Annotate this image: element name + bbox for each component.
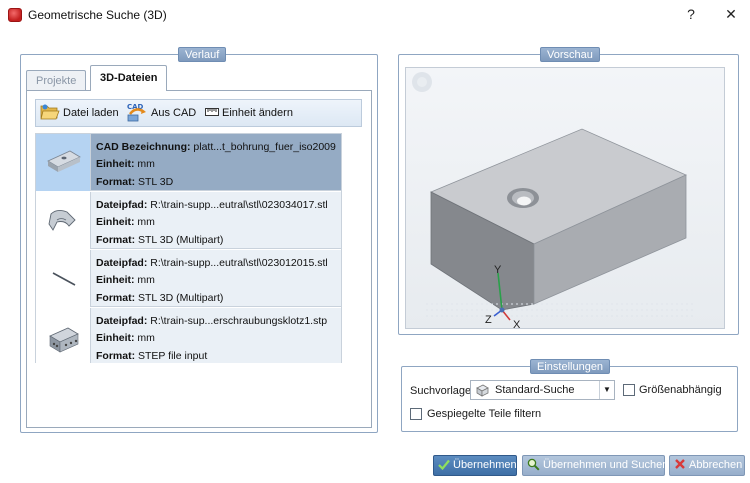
apply-and-search-label: Übernehmen und Suchen <box>543 459 669 471</box>
format-value: STL 3D (Multipart) <box>135 292 224 304</box>
file-key: Dateipfad: <box>96 257 148 269</box>
load-file-button[interactable]: Datei laden <box>40 102 119 124</box>
cancel-button[interactable]: Abbrechen <box>669 455 745 476</box>
unit-value: mm <box>134 216 155 228</box>
template-icon <box>476 384 489 397</box>
unit-key: Einheit: <box>96 274 135 286</box>
change-unit-button[interactable]: Einheit ändern <box>205 102 293 124</box>
format-value: STL 3D <box>135 176 174 188</box>
cancel-x-icon <box>675 459 685 469</box>
settings-caption: Einstellungen <box>530 359 611 374</box>
mirrored-parts-label: Gespiegelte Teile filtern <box>427 408 542 420</box>
template-value: Standard-Suche <box>495 384 575 396</box>
block-thumbnail-icon <box>36 308 91 363</box>
axis-y-label: Y <box>494 264 502 276</box>
help-button[interactable]: ? <box>680 4 702 24</box>
unit-key: Einheit: <box>96 158 135 170</box>
mirrored-parts-checkbox[interactable] <box>410 408 422 420</box>
template-label: Suchvorlage: <box>410 385 475 397</box>
close-button[interactable]: ✕ <box>720 4 742 24</box>
file-list-item[interactable]: Dateipfad: R:\train-supp...eutral\stl\02… <box>36 192 341 249</box>
part-3d-preview: Y Z X <box>412 72 696 331</box>
format-value: STEP file input <box>135 350 208 362</box>
preview-viewport[interactable]: Y Z X <box>405 67 725 331</box>
window-title: Geometrische Suche (3D) <box>28 8 167 22</box>
change-unit-label: Einheit ändern <box>222 107 293 119</box>
cad-import-icon: CAD <box>127 103 146 122</box>
unit-value: mm <box>134 158 155 170</box>
app-icon <box>8 8 22 22</box>
axis-x-label: X <box>513 319 521 330</box>
format-value: STL 3D (Multipart) <box>135 234 224 246</box>
history-caption: Verlauf <box>178 47 227 62</box>
file-key: Dateipfad: <box>96 199 148 211</box>
format-key: Format: <box>96 350 136 362</box>
format-key: Format: <box>96 292 136 304</box>
apply-button[interactable]: Übernehmen <box>433 455 517 476</box>
tab-3d-dateien[interactable]: 3D-Dateien <box>90 65 168 91</box>
file-value: R:\train-supp...eutral\stl\023012015.stl <box>147 257 328 269</box>
template-select[interactable]: Standard-Suche ▼ <box>470 380 615 400</box>
checkmark-icon <box>438 459 450 470</box>
size-dependent-label: Größenabhängig <box>639 384 722 396</box>
file-key: CAD Bezeichnung: <box>96 141 191 153</box>
file-value: R:\train-sup...erschraubungsklotz1.stp <box>147 315 328 327</box>
unit-key: Einheit: <box>96 216 135 228</box>
cancel-label: Abbrechen <box>689 459 743 471</box>
unit-key: Einheit: <box>96 332 135 344</box>
from-cad-label: Aus CAD <box>151 107 197 119</box>
file-list-item[interactable]: Dateipfad: R:\train-sup...erschraubungsk… <box>36 308 341 363</box>
folder-open-icon <box>40 104 60 120</box>
unit-value: mm <box>134 274 155 286</box>
file-list: CAD Bezeichnung: platt...t_bohrung_fuer_… <box>35 133 342 363</box>
file-toolbar: Datei laden CAD Aus CAD Einheit ändern <box>35 99 362 127</box>
apply-label: Übernehmen <box>453 459 517 471</box>
format-key: Format: <box>96 234 136 246</box>
file-value: platt...t_bohrung_fuer_iso2009 <box>190 141 336 153</box>
plate-thumbnail-icon <box>36 134 91 191</box>
axis-z-label: Z <box>485 314 492 326</box>
file-key: Dateipfad: <box>96 315 148 327</box>
file-list-item[interactable]: CAD Bezeichnung: platt...t_bohrung_fuer_… <box>36 134 341 191</box>
size-dependent-checkbox[interactable] <box>623 384 635 396</box>
apply-and-search-button[interactable]: Übernehmen und Suchen <box>522 455 669 476</box>
bracket-thumbnail-icon <box>36 192 91 249</box>
load-file-label: Datei laden <box>63 107 119 119</box>
file-list-item[interactable]: Dateipfad: R:\train-supp...eutral\stl\02… <box>36 250 341 307</box>
tab-projekte[interactable]: Projekte <box>26 70 87 92</box>
preview-caption: Vorschau <box>540 47 600 62</box>
unit-value: mm <box>134 332 155 344</box>
file-value: R:\train-supp...eutral\stl\023034017.stl <box>147 199 328 211</box>
from-cad-button[interactable]: CAD Aus CAD <box>126 102 196 124</box>
format-key: Format: <box>96 176 136 188</box>
search-magnifier-icon <box>527 458 540 471</box>
pin-thumbnail-icon <box>36 250 91 307</box>
ruler-icon <box>205 108 219 117</box>
title-bar: Geometrische Suche (3D) ? ✕ <box>0 0 750 30</box>
chevron-down-icon[interactable]: ▼ <box>599 381 614 399</box>
